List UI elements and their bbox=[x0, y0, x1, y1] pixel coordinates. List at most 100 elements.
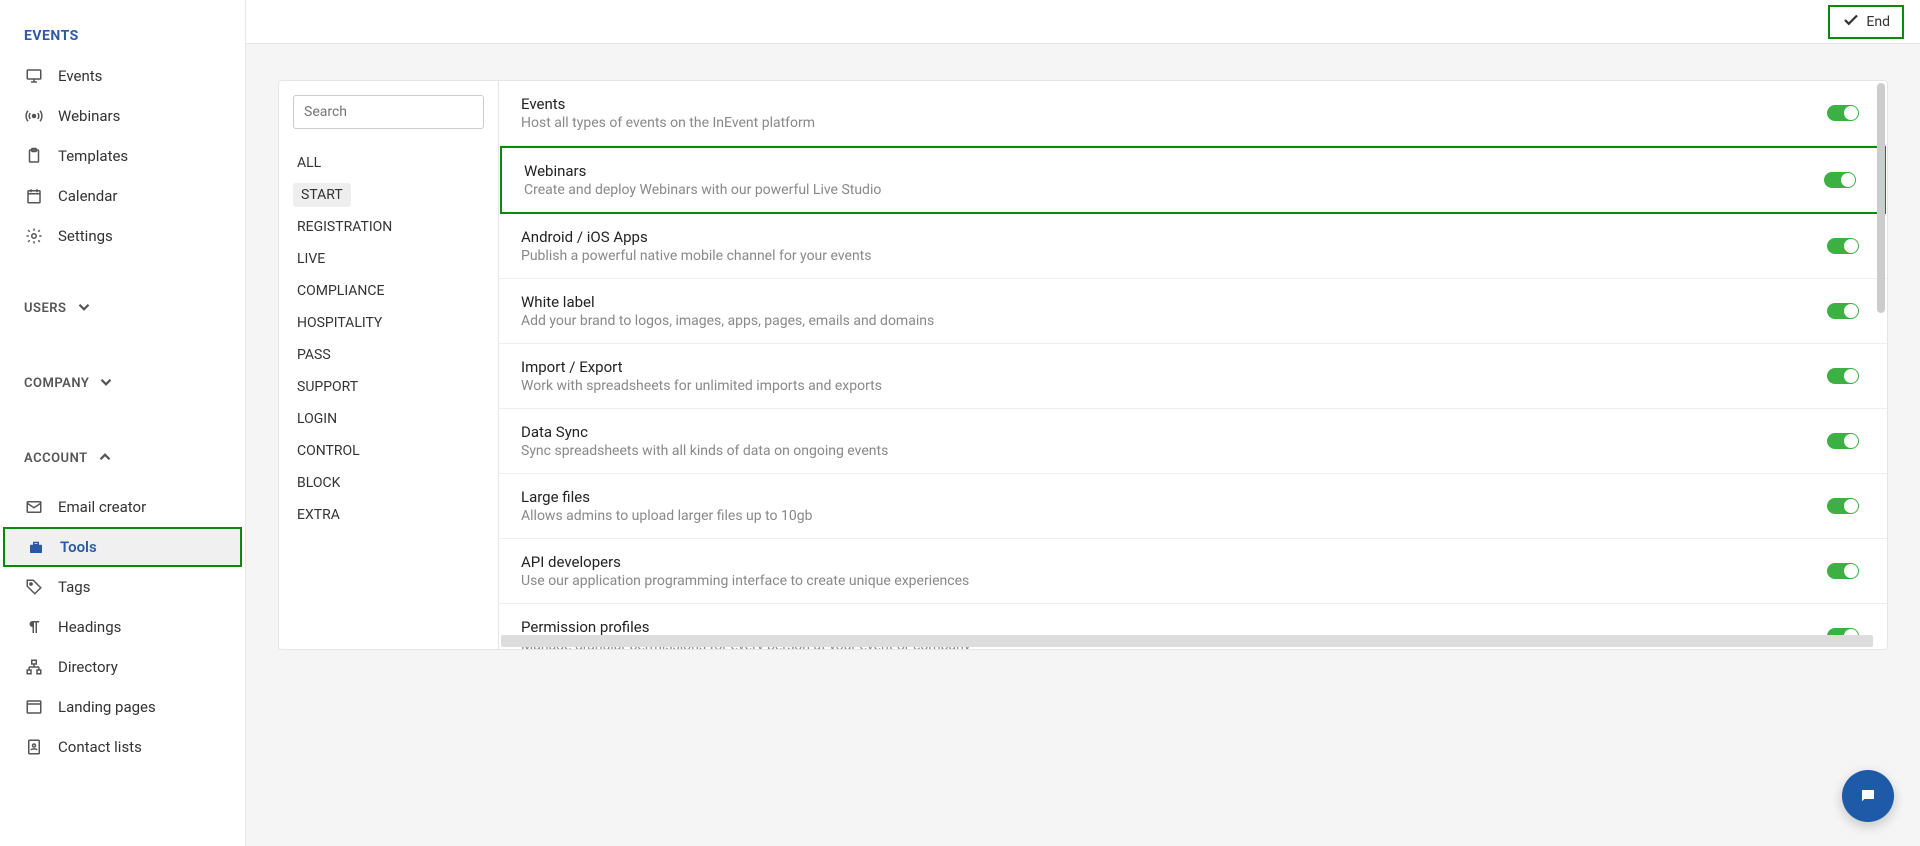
sidebar-item-events[interactable]: Events bbox=[0, 56, 245, 96]
setting-row-android-ios-apps: Android / iOS Apps Publish a powerful nat… bbox=[499, 214, 1887, 279]
setting-description: Allows admins to upload larger files up … bbox=[521, 508, 1827, 524]
section-company-label: COMPANY bbox=[24, 376, 89, 391]
setting-title: Large files bbox=[521, 488, 1827, 506]
clipboard-icon bbox=[24, 146, 44, 166]
vertical-scrollbar[interactable] bbox=[1877, 83, 1885, 313]
section-users-label: USERS bbox=[24, 301, 67, 316]
setting-title: Import / Export bbox=[521, 358, 1827, 376]
setting-row-white-label: White label Add your brand to logos, imag… bbox=[499, 279, 1887, 344]
filter-item-login[interactable]: LOGIN bbox=[293, 403, 484, 435]
contacts-icon bbox=[24, 737, 44, 757]
sidebar-item-label: Tools bbox=[60, 538, 97, 556]
mail-icon bbox=[24, 497, 44, 517]
broadcast-icon bbox=[24, 106, 44, 126]
sidebar-item-label: Webinars bbox=[58, 107, 120, 125]
chevron-up-icon bbox=[96, 448, 114, 469]
setting-title: Permission profiles bbox=[521, 618, 1827, 636]
sidebar-item-templates[interactable]: Templates bbox=[0, 136, 245, 176]
monitor-icon bbox=[24, 66, 44, 86]
sidebar-item-calendar[interactable]: Calendar bbox=[0, 176, 245, 216]
filter-item-control[interactable]: CONTROL bbox=[293, 435, 484, 467]
setting-toggle[interactable] bbox=[1827, 105, 1859, 121]
setting-toggle[interactable] bbox=[1827, 498, 1859, 514]
setting-toggle[interactable] bbox=[1827, 368, 1859, 384]
sidebar-item-contact-lists[interactable]: Contact lists bbox=[0, 727, 245, 767]
filter-item-extra[interactable]: EXTRA bbox=[293, 499, 484, 531]
setting-texts: WebinarsCreate and deploy Webinars with … bbox=[524, 162, 1824, 198]
sidebar-item-landing-pages[interactable]: Landing pages bbox=[0, 687, 245, 727]
check-icon bbox=[1842, 11, 1860, 33]
filter-item-pass[interactable]: PASS bbox=[293, 339, 484, 371]
sidebar-item-settings[interactable]: Settings bbox=[0, 216, 245, 256]
filter-item-block[interactable]: BLOCK bbox=[293, 467, 484, 499]
toolbox-icon bbox=[26, 537, 46, 557]
sidebar-item-label: Settings bbox=[58, 227, 113, 245]
setting-description: Work with spreadsheets for unlimited imp… bbox=[521, 378, 1827, 394]
window-icon bbox=[24, 697, 44, 717]
setting-toggle[interactable] bbox=[1827, 433, 1859, 449]
tag-icon bbox=[24, 577, 44, 597]
end-button[interactable]: End bbox=[1828, 5, 1904, 39]
sidebar-item-webinars[interactable]: Webinars bbox=[0, 96, 245, 136]
setting-texts: White label Add your brand to logos, imag… bbox=[521, 293, 1827, 329]
setting-title: Data Sync bbox=[521, 423, 1827, 441]
topbar: End bbox=[246, 0, 1920, 44]
sidebar-item-tools[interactable]: Tools bbox=[3, 527, 242, 567]
main: End ALL START REGISTRATIONLIVECOMPLIANCEHO… bbox=[246, 0, 1920, 846]
sidebar-title: EVENTS bbox=[0, 16, 245, 56]
filter-item-compliance[interactable]: COMPLIANCE bbox=[293, 275, 484, 307]
gear-icon bbox=[24, 226, 44, 246]
sidebar: EVENTS Events Webinars Templates Calendar Se… bbox=[0, 0, 246, 846]
filter-item-all[interactable]: ALL bbox=[293, 147, 484, 179]
section-company[interactable]: COMPANY bbox=[0, 361, 245, 406]
setting-texts: API developersUse our application progra… bbox=[521, 553, 1827, 589]
sidebar-item-tags[interactable]: Tags bbox=[0, 567, 245, 607]
filter-item-registration[interactable]: REGISTRATION bbox=[293, 211, 484, 243]
sidebar-item-headings[interactable]: Headings bbox=[0, 607, 245, 647]
section-account[interactable]: ACCOUNT bbox=[0, 436, 245, 481]
setting-title: White label bbox=[521, 293, 1827, 311]
sidebar-item-directory[interactable]: Directory bbox=[0, 647, 245, 687]
filter-item-start[interactable]: START bbox=[293, 183, 351, 207]
sidebar-item-label: Email creator bbox=[58, 498, 146, 516]
setting-texts: EventsHost all types of events on the In… bbox=[521, 95, 1827, 131]
sidebar-item-label: Contact lists bbox=[58, 738, 142, 756]
sidebar-item-label: Events bbox=[58, 67, 102, 85]
setting-toggle[interactable] bbox=[1827, 303, 1859, 319]
setting-toggle[interactable] bbox=[1827, 238, 1859, 254]
setting-toggle[interactable] bbox=[1827, 563, 1859, 579]
horizontal-scrollbar[interactable] bbox=[501, 635, 1873, 647]
setting-description: Sync spreadsheets with all kinds of data… bbox=[521, 443, 1827, 459]
filter-column: ALL START REGISTRATIONLIVECOMPLIANCEHOSPIT… bbox=[279, 81, 499, 649]
section-users[interactable]: USERS bbox=[0, 286, 245, 331]
setting-description: Publish a powerful native mobile channel… bbox=[521, 248, 1827, 264]
setting-texts: Android / iOS Apps Publish a powerful nat… bbox=[521, 228, 1827, 264]
setting-description: Add your brand to logos, images, apps, p… bbox=[521, 313, 1827, 329]
sidebar-item-email-creator[interactable]: Email creator bbox=[0, 487, 245, 527]
sidebar-item-label: Landing pages bbox=[58, 698, 156, 716]
search-input[interactable] bbox=[293, 95, 484, 129]
chevron-down-icon bbox=[75, 298, 93, 319]
setting-row-large-files: Large files Allows admins to upload large… bbox=[499, 474, 1887, 539]
sidebar-item-label: Templates bbox=[58, 147, 128, 165]
calendar-icon bbox=[24, 186, 44, 206]
chat-widget[interactable] bbox=[1842, 770, 1894, 822]
setting-row-webinars: WebinarsCreate and deploy Webinars with … bbox=[500, 146, 1886, 214]
end-button-label: End bbox=[1866, 14, 1890, 30]
settings-column[interactable]: EventsHost all types of events on the In… bbox=[499, 81, 1887, 649]
setting-title: API developers bbox=[521, 553, 1827, 571]
chevron-down-icon bbox=[97, 373, 115, 394]
sitemap-icon bbox=[24, 657, 44, 677]
filter-item-hospitality[interactable]: HOSPITALITY bbox=[293, 307, 484, 339]
setting-row-events: EventsHost all types of events on the In… bbox=[499, 81, 1887, 146]
section-account-label: ACCOUNT bbox=[24, 451, 88, 466]
setting-row-api-developers: API developersUse our application progra… bbox=[499, 539, 1887, 604]
filter-item-live[interactable]: LIVE bbox=[293, 243, 484, 275]
content-card: ALL START REGISTRATIONLIVECOMPLIANCEHOSPIT… bbox=[278, 80, 1888, 650]
filter-item-support[interactable]: SUPPORT bbox=[293, 371, 484, 403]
sidebar-item-label: Headings bbox=[58, 618, 121, 636]
setting-row-import-export: Import / Export Work with spreadsheets fo… bbox=[499, 344, 1887, 409]
setting-description: Host all types of events on the InEvent … bbox=[521, 115, 1827, 131]
setting-title: Android / iOS Apps bbox=[521, 228, 1827, 246]
setting-toggle[interactable] bbox=[1824, 172, 1856, 188]
